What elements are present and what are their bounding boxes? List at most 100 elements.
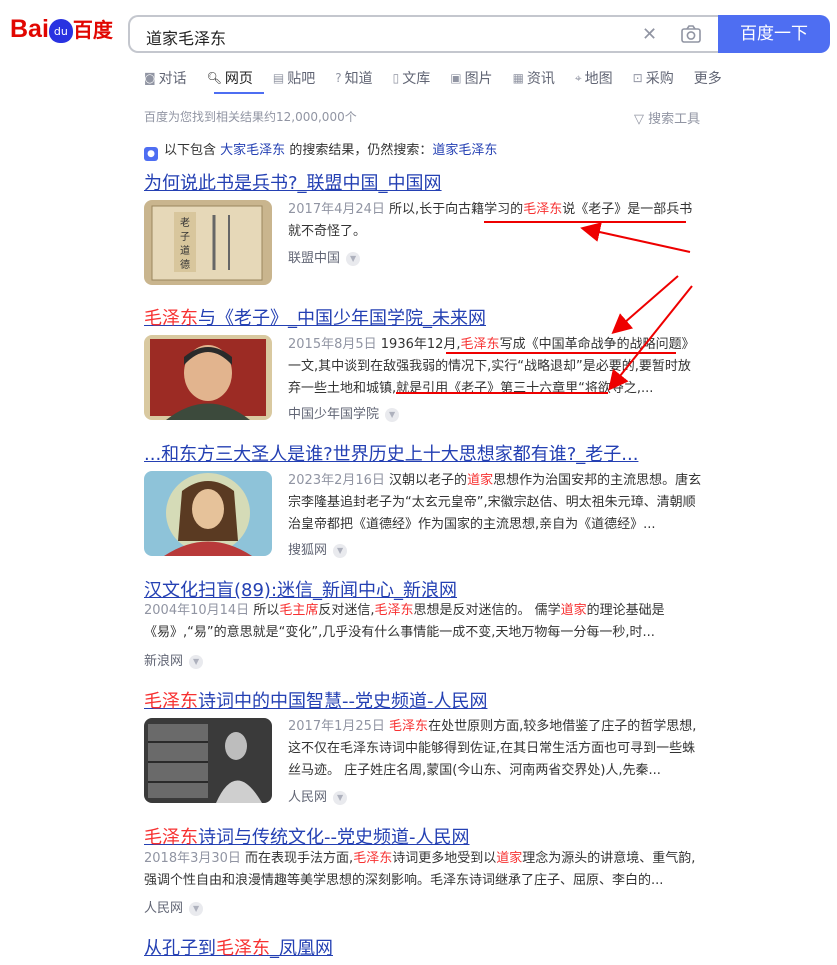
title-highlight: 毛泽东 [144,827,198,848]
photo-image [144,718,272,803]
tab-web[interactable]: 🔍︎ 网页 [207,68,253,88]
result-title[interactable]: 汉文化扫盲(89):迷信_新闻中心_新浪网 [144,576,457,602]
snippet-highlight: 道家 [560,603,587,618]
snippet-text: 所以 [253,603,280,618]
title-text: _凤凰网 [270,938,333,959]
camera-icon[interactable] [680,24,702,44]
tab-label: 贴吧 [287,71,316,87]
tab-label: 文库 [402,71,431,87]
result-thumbnail[interactable] [144,718,272,803]
snippet-highlight: 毛泽东 [389,719,429,734]
image-icon: ▣ [450,71,462,85]
result-thumbnail[interactable] [144,335,272,420]
chevron-down-icon[interactable]: ▼ [385,408,400,422]
annotation-arrow [611,275,679,334]
snippet-highlight: 毛泽东 [374,603,414,618]
result-source[interactable]: 联盟中国 ▼ [288,247,361,266]
result-source[interactable]: 人民网 ▼ [144,897,204,916]
snippet-text: 1936年12月, [380,337,461,352]
tab-chat[interactable]: ◙ 对话 [144,68,187,88]
tab-tieba[interactable]: ▤ 贴吧 [273,68,315,88]
spelling-notice: ● 以下包含 大家毛泽东 的搜索结果，仍然搜索：道家毛泽东 [144,139,497,161]
original-query-link[interactable]: 道家毛泽东 [432,143,497,158]
close-icon[interactable]: ✕ [642,24,657,45]
tab-more[interactable]: 更多 [694,68,722,88]
zhidao-icon: ? [335,71,342,85]
tab-label: 图片 [464,71,493,87]
chevron-down-icon[interactable]: ▼ [189,902,204,916]
map-icon: ⌖ [574,70,582,85]
result-title[interactable]: 为何说此书是兵书?_联盟中国_中国网 [144,169,442,195]
result-title[interactable]: 毛泽东诗词中的中国智慧--党史频道-人民网 [144,687,487,713]
book-image: 老 子 道 德 [144,200,272,285]
title-highlight: 毛泽东 [144,691,198,712]
snippet-text: 诗词更多地受到以 [392,851,497,866]
result-snippet: 2015年8月5日 1936年12月,毛泽东写成《中国革命战争的战略问题》一文,… [288,334,703,400]
notice-middle: 的搜索结果，仍然搜索： [289,143,433,158]
search-box[interactable]: 道家毛泽东 ✕ [128,15,718,53]
snippet-highlight: 道家 [496,851,523,866]
tab-news[interactable]: ▦ 资讯 [513,68,555,88]
result-thumbnail[interactable]: 老 子 道 德 [144,200,272,285]
result-thumbnail[interactable] [144,471,272,556]
snippet-highlight: 道家 [467,473,494,488]
chevron-down-icon[interactable]: ▼ [333,791,348,805]
title-text: 诗词与传统文化--党史频道-人民网 [198,827,470,848]
result-date: 2023年2月16日 [288,473,385,488]
search-input[interactable]: 道家毛泽东 [146,25,226,49]
snippet-highlight: 毛主席 [279,603,319,618]
result-snippet: 2023年2月16日 汉朝以老子的道家思想作为治国安邦的主流思想。唐玄宗李隆基追… [288,470,703,536]
wenku-icon: ▯ [392,71,400,85]
tab-label: 知道 [344,71,373,87]
source-name: 新浪网 [144,654,184,669]
annotation-underline [446,352,676,354]
svg-text:道: 道 [180,244,190,257]
tab-map[interactable]: ⌖ 地图 [575,68,613,88]
search-icon: 🔍︎ [206,71,222,85]
tab-label: 采购 [645,71,674,87]
logo-paw-icon: du [48,19,73,43]
result-title[interactable]: 毛泽东诗词与传统文化--党史频道-人民网 [144,823,469,849]
chevron-down-icon[interactable]: ▼ [346,252,361,266]
chevron-down-icon[interactable]: ▼ [189,655,204,669]
title-highlight: 毛泽东 [216,938,270,959]
snippet-text: 所以,长于向古籍学习的 [389,202,524,217]
title-highlight: 毛泽东 [144,308,198,329]
tab-label: 更多 [693,71,722,87]
title-text: 与《老子》_中国少年国学院_未来网 [198,308,486,329]
result-source[interactable]: 新浪网 ▼ [144,650,204,669]
tab-label: 地图 [584,71,613,87]
source-name: 中国少年国学院 [288,407,380,422]
shopping-icon: ⊡ [632,71,643,85]
tab-image[interactable]: ▣ 图片 [450,68,492,88]
source-name: 联盟中国 [288,251,341,266]
snippet-text: 思想是反对迷信的。 儒学 [413,603,561,618]
search-button[interactable]: 百度一下 [718,15,830,53]
tab-shopping[interactable]: ⊡ 采购 [633,68,674,88]
search-tools-button[interactable]: ▽ 搜索工具 [634,108,700,127]
baidu-logo[interactable]: Bai du 百度 [10,14,114,54]
paw-icon: ● [144,147,158,161]
result-title[interactable]: 从孔子到毛泽东_凤凰网 [144,934,333,960]
portrait-image [144,471,272,556]
snippet-highlight: 毛泽东 [353,851,393,866]
svg-text:德: 德 [180,258,190,271]
chevron-down-icon[interactable]: ▼ [333,544,348,558]
portrait-image [144,335,272,420]
result-date: 2018年3月30日 [144,851,241,866]
tab-label: 资讯 [526,71,555,87]
logo-cn: 百度 [72,18,113,42]
result-snippet: 2018年3月30日 而在表现手法方面,毛泽东诗词更多地受到以道家理念为源头的讲… [144,848,704,892]
tab-wenku[interactable]: ▯ 文库 [393,68,431,88]
result-source[interactable]: 中国少年国学院 ▼ [288,403,400,422]
snippet-highlight: 毛泽东 [523,202,563,217]
result-source[interactable]: 搜狐网 ▼ [288,539,348,558]
annotation-underline [484,221,686,223]
result-title[interactable]: ...和东方三大圣人是谁?世界历史上十大思想家都有谁?_老子... [144,440,638,466]
search-tools-label: 搜索工具 [648,112,701,127]
tab-zhidao[interactable]: ? 知道 [335,68,372,88]
title-text: 诗词中的中国智慧--党史频道-人民网 [198,691,488,712]
suggested-query-link[interactable]: 大家毛泽东 [220,143,285,158]
result-title[interactable]: 毛泽东与《老子》_中国少年国学院_未来网 [144,304,486,330]
result-source[interactable]: 人民网 ▼ [288,786,348,805]
